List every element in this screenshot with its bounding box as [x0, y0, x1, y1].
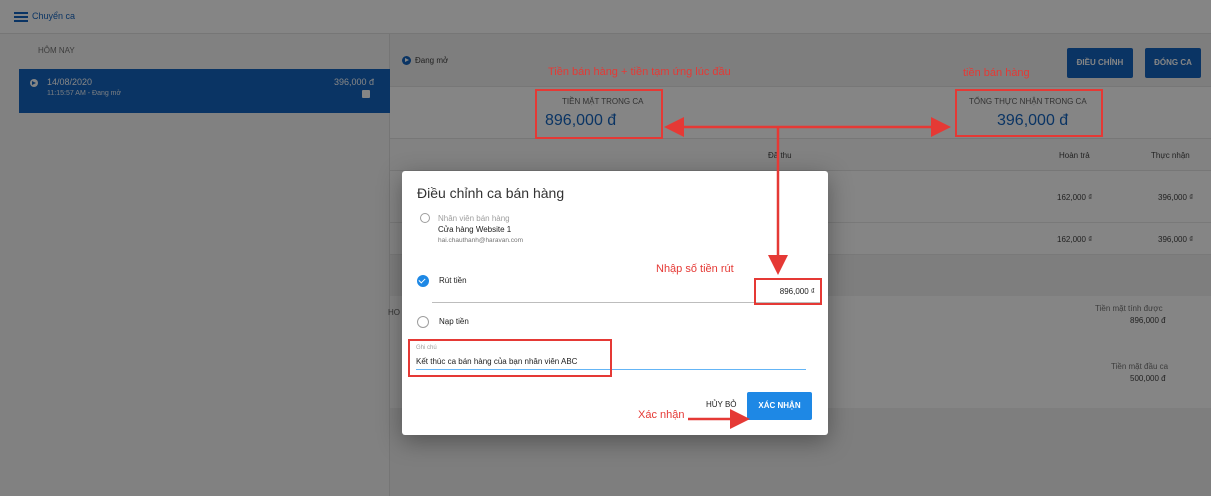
staff-name: Cửa hàng Website 1 [438, 225, 512, 234]
confirm-button[interactable]: XÁC NHẬN [747, 392, 812, 420]
staff-email: hai.chauthanh@haravan.com [438, 237, 524, 244]
deposit-label[interactable]: Nạp tiền [439, 317, 469, 326]
dialog-title: Điều chỉnh ca bán hàng [417, 185, 565, 201]
withdraw-radio[interactable] [417, 275, 429, 287]
annotation-cash-note: Tiền bán hàng + tiền tạm ứng lúc đầu [548, 66, 731, 78]
withdraw-label[interactable]: Rút tiền [439, 276, 467, 285]
annotation-confirm-note: Xác nhận [638, 409, 685, 421]
staff-label: Nhân viên bán hàng [438, 214, 510, 223]
annotation-box-received [955, 89, 1103, 137]
annotation-box-note [408, 339, 612, 377]
staff-radio[interactable] [420, 213, 430, 223]
deposit-radio[interactable] [417, 316, 429, 328]
annotation-sales-note: tiền bán hàng [963, 67, 1030, 79]
cancel-button[interactable]: HỦY BỎ [706, 400, 737, 409]
annotation-amount-note: Nhập số tiền rút [656, 263, 734, 275]
annotation-box-amount [754, 278, 822, 305]
annotation-box-cash [535, 89, 663, 139]
